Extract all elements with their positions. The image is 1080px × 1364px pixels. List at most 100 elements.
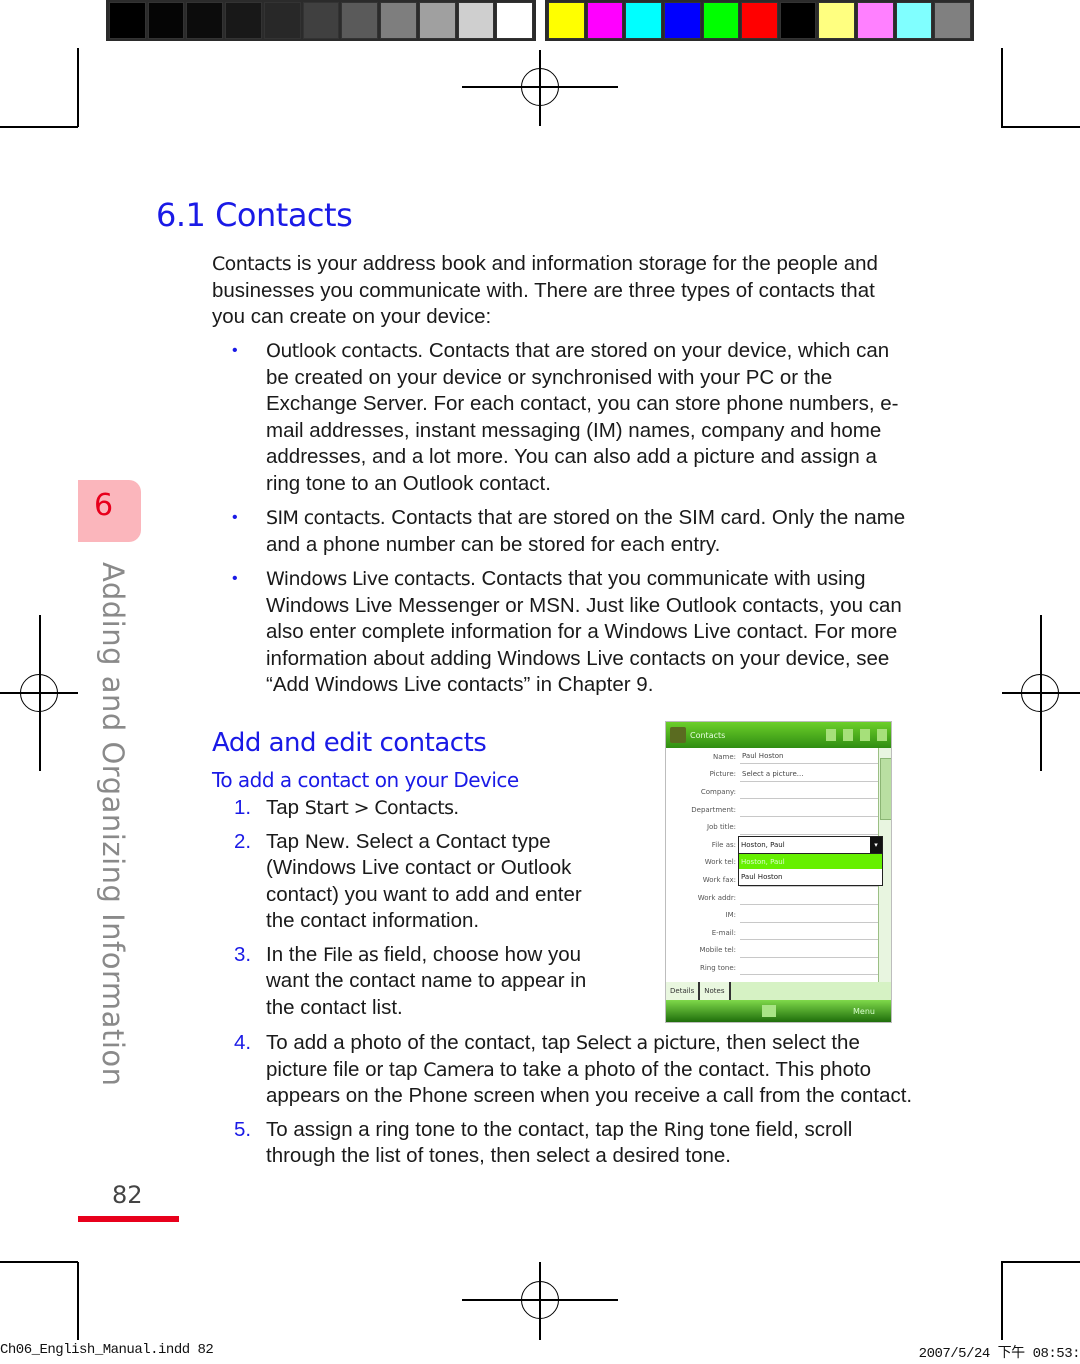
ui-term: Start > Contacts bbox=[304, 797, 454, 819]
color-swatch bbox=[496, 2, 534, 39]
step-text: Tap bbox=[266, 796, 305, 819]
color-swatch bbox=[548, 2, 585, 39]
keyboard-icon bbox=[762, 1005, 776, 1017]
step-number: 5. bbox=[234, 1117, 252, 1141]
device-softkey-bar: Menu bbox=[666, 1000, 891, 1022]
field-label: Name: bbox=[712, 752, 736, 761]
ui-term: Ring tone bbox=[663, 1118, 751, 1141]
color-swatch bbox=[857, 2, 894, 39]
color-swatch bbox=[663, 2, 701, 39]
list-item-windows-live-contacts: • Windows Live contacts. Contacts that y… bbox=[232, 566, 912, 699]
field-label: File as: bbox=[711, 840, 736, 849]
contact-field-row: Name: Paul Hoston bbox=[666, 748, 880, 766]
field-value: Paul Hoston bbox=[740, 749, 880, 765]
term-contacts: Contacts bbox=[212, 253, 292, 275]
field-value bbox=[740, 960, 880, 976]
connection-icon bbox=[843, 729, 853, 741]
grayscale-color-bar bbox=[106, 0, 536, 41]
list-item-sim-contacts: • SIM contacts. Contacts that are stored… bbox=[232, 505, 912, 558]
section-heading: 6.1 Contacts bbox=[156, 196, 353, 234]
crop-mark bbox=[77, 48, 79, 127]
field-label: Work addr: bbox=[697, 893, 736, 902]
dropdown-arrow-icon: ▾ bbox=[870, 837, 882, 853]
scroll-thumb bbox=[880, 758, 891, 820]
step-number: 4. bbox=[234, 1031, 252, 1054]
color-swatch bbox=[702, 2, 740, 39]
page-number: 82 bbox=[112, 1181, 143, 1209]
crop-mark bbox=[1001, 1262, 1003, 1340]
step-item: 5. To assign a ring tone to the contact,… bbox=[234, 1117, 914, 1170]
contact-field-row: Company: bbox=[666, 783, 880, 801]
field-label: IM: bbox=[725, 911, 736, 920]
color-swatch bbox=[779, 2, 817, 39]
bullet-text: . Contacts that are stored on your devic… bbox=[266, 339, 899, 495]
softkey-menu: Menu bbox=[853, 1006, 875, 1016]
step-item: 2. Tap New. Select a Contact type (Windo… bbox=[234, 829, 614, 935]
crop-mark bbox=[0, 126, 78, 128]
dropdown-option: Paul Hoston bbox=[741, 872, 783, 881]
intro-text: is your address book and information sto… bbox=[212, 252, 878, 328]
color-swatch bbox=[341, 2, 379, 39]
crop-mark bbox=[0, 1261, 78, 1263]
step-text: To assign a ring tone to the contact, ta… bbox=[266, 1117, 664, 1141]
field-label: Ring tone: bbox=[699, 963, 736, 972]
bullet-term: Windows Live contacts bbox=[266, 568, 471, 590]
step-item: 1. Tap Start > Contacts. bbox=[234, 795, 614, 822]
ui-term: Camera bbox=[423, 1058, 495, 1081]
tab-notes: Notes bbox=[700, 982, 731, 1000]
crop-mark bbox=[1001, 48, 1003, 127]
ok-icon bbox=[877, 729, 887, 741]
step-number: 2. bbox=[234, 829, 252, 853]
chapter-title: Adding and Organizing Information bbox=[96, 562, 130, 1087]
device-title: Contacts bbox=[690, 730, 726, 740]
color-swatch bbox=[225, 2, 262, 39]
bullet-icon: • bbox=[232, 342, 238, 359]
field-label: Department: bbox=[691, 805, 736, 814]
color-swatch bbox=[302, 2, 340, 39]
contact-field-row: Work addr: bbox=[666, 889, 880, 907]
step-text: In the bbox=[266, 942, 323, 966]
ui-term: File as bbox=[323, 943, 379, 966]
windows-start-icon bbox=[670, 727, 686, 743]
color-swatch bbox=[147, 2, 185, 39]
file-as-selected: Hoston, Paul bbox=[739, 837, 882, 854]
field-value: Select a picture... bbox=[740, 767, 880, 782]
color-swatch bbox=[895, 2, 933, 39]
color-swatch bbox=[818, 2, 856, 39]
ui-term: Select a picture bbox=[576, 1032, 716, 1054]
field-value bbox=[740, 784, 880, 800]
crop-mark bbox=[77, 1262, 79, 1340]
slug-timestamp: 2007/5/24 下午 08:53: bbox=[918, 1346, 1080, 1362]
field-label: E-mail: bbox=[711, 928, 736, 937]
field-value bbox=[740, 908, 880, 923]
contact-field-row: Job title: bbox=[666, 818, 880, 836]
volume-icon bbox=[860, 729, 870, 741]
contact-field-row: Ring tone: bbox=[666, 959, 880, 977]
color-swatch bbox=[934, 2, 972, 39]
field-value bbox=[740, 820, 880, 835]
color-swatch bbox=[741, 2, 778, 39]
color-swatch bbox=[109, 2, 146, 39]
step-text: . bbox=[453, 796, 460, 819]
contact-field-row: Mobile tel: bbox=[666, 942, 880, 960]
field-label: Picture: bbox=[709, 770, 736, 779]
color-swatch bbox=[418, 2, 456, 39]
contact-field-row: IM: bbox=[666, 906, 880, 924]
device-tabs: Details Notes bbox=[666, 982, 891, 1000]
field-value bbox=[740, 802, 880, 818]
bullet-term: SIM contacts bbox=[266, 507, 381, 529]
field-label: Company: bbox=[700, 787, 736, 796]
color-swatch bbox=[586, 2, 624, 39]
dropdown-option: Hoston, Paul bbox=[739, 854, 882, 869]
field-value bbox=[740, 890, 880, 906]
color-swatch bbox=[263, 2, 301, 39]
device-screenshot: Contacts Name: Paul Hoston Picture: Select … bbox=[665, 721, 892, 1023]
step-number: 3. bbox=[234, 942, 252, 966]
field-label: Work tel: bbox=[704, 858, 736, 867]
subsection-heading: Add and edit contacts bbox=[212, 728, 487, 758]
signal-icon bbox=[826, 729, 836, 741]
page-number-bar bbox=[78, 1216, 179, 1222]
slug-file-info: Ch06_English_Manual.indd 82 bbox=[0, 1342, 214, 1358]
bullet-icon: • bbox=[232, 509, 238, 526]
bullet-term: Outlook contacts bbox=[266, 340, 418, 362]
